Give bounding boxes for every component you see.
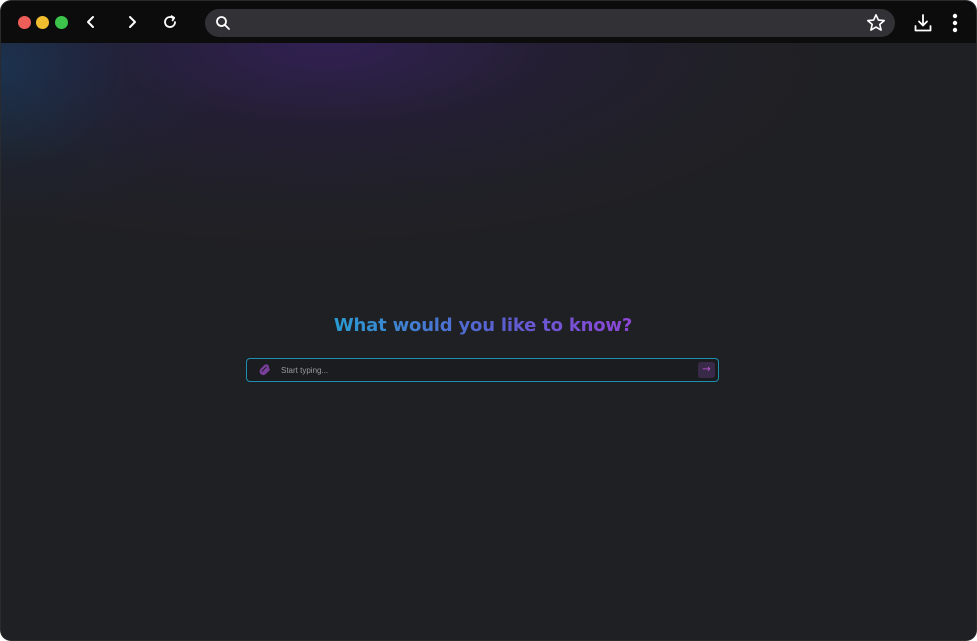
kebab-menu-icon xyxy=(952,13,958,33)
browser-window: What would you like to know? → xyxy=(1,1,976,640)
prompt-input-container[interactable]: → xyxy=(246,358,719,382)
prompt-input[interactable] xyxy=(281,362,681,378)
search-icon xyxy=(216,16,230,30)
reload-button[interactable] xyxy=(159,11,181,33)
chevron-right-icon xyxy=(129,16,136,28)
page-heading-text: What would you like to know? xyxy=(333,315,633,336)
send-button[interactable]: → xyxy=(698,362,715,378)
star-icon[interactable] xyxy=(866,13,886,33)
chevron-left-icon xyxy=(87,16,94,28)
page-content: What would you like to know? → xyxy=(1,43,976,640)
download-button[interactable] xyxy=(912,12,934,34)
minimize-window-button[interactable] xyxy=(36,16,49,29)
reload-icon xyxy=(164,15,176,28)
back-button[interactable] xyxy=(80,11,102,33)
url-input[interactable] xyxy=(239,13,863,35)
download-icon xyxy=(914,14,932,32)
maximize-window-button[interactable] xyxy=(55,16,68,29)
forward-button[interactable] xyxy=(121,11,143,33)
browser-menu-button[interactable] xyxy=(944,12,966,34)
close-window-button[interactable] xyxy=(18,16,31,29)
page-heading: What would you like to know? xyxy=(1,315,965,336)
address-bar[interactable] xyxy=(205,9,895,37)
browser-toolbar xyxy=(1,1,976,43)
attachment-icon[interactable] xyxy=(259,364,271,376)
